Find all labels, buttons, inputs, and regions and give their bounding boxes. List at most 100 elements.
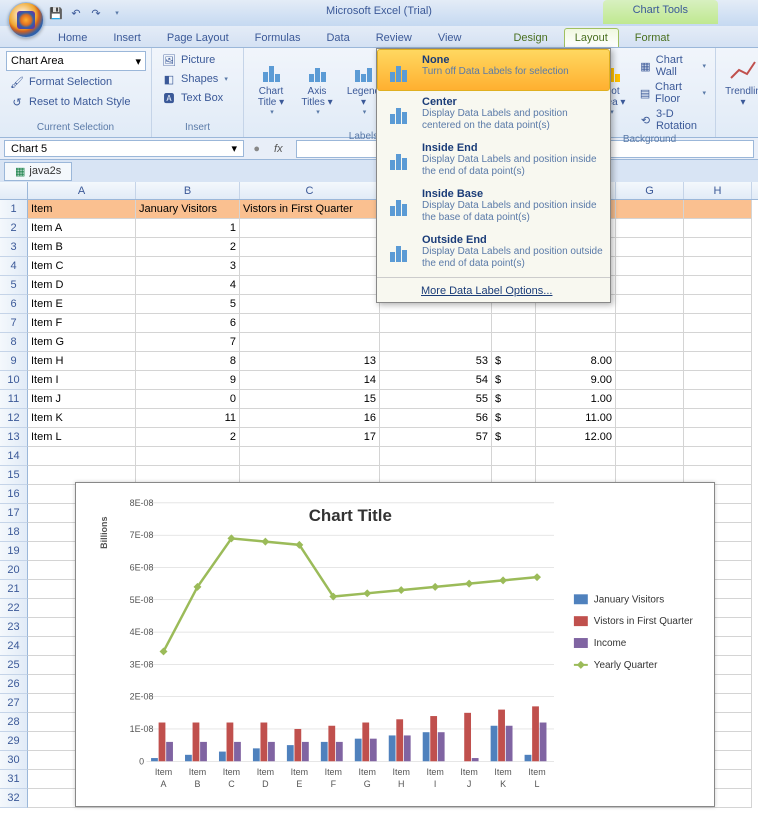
row-header[interactable]: 9 (0, 352, 28, 371)
cell[interactable]: Item F (28, 314, 136, 333)
cell[interactable]: 3 (136, 257, 240, 276)
cell[interactable] (492, 447, 536, 466)
undo-icon[interactable]: ↶ (68, 5, 84, 21)
workbook-tab[interactable]: ▦ java2s (4, 162, 72, 181)
textbox-button[interactable]: 🅰Text Box (158, 89, 231, 107)
cell[interactable]: $ (492, 352, 536, 371)
cell[interactable]: January Visitors (136, 200, 240, 219)
row-header[interactable]: 8 (0, 333, 28, 352)
cell[interactable]: $ (492, 371, 536, 390)
tab-page-layout[interactable]: Page Layout (157, 29, 239, 47)
row-header[interactable]: 18 (0, 523, 28, 542)
row-header[interactable]: 30 (0, 751, 28, 770)
row-header[interactable]: 3 (0, 238, 28, 257)
cell[interactable] (684, 276, 752, 295)
cell[interactable]: 55 (380, 390, 492, 409)
cell[interactable] (684, 219, 752, 238)
cell[interactable]: Item C (28, 257, 136, 276)
cell[interactable]: 9 (136, 371, 240, 390)
cell[interactable] (136, 447, 240, 466)
row-header[interactable]: 1 (0, 200, 28, 219)
cell[interactable] (616, 409, 684, 428)
cell[interactable]: 13 (240, 352, 380, 371)
row-header[interactable]: 17 (0, 504, 28, 523)
row-header[interactable]: 10 (0, 371, 28, 390)
reset-style-button[interactable]: ↺ Reset to Match Style (6, 93, 134, 111)
cell[interactable]: 5 (136, 295, 240, 314)
cell[interactable] (684, 314, 752, 333)
row-header[interactable]: 27 (0, 694, 28, 713)
cell[interactable]: 56 (380, 409, 492, 428)
cell[interactable]: 8.00 (536, 352, 616, 371)
cell[interactable] (616, 447, 684, 466)
cell[interactable]: 14 (240, 371, 380, 390)
axis-titles-button[interactable]: AxisTitles ▾ (296, 51, 338, 119)
cell[interactable] (240, 295, 380, 314)
row-header[interactable]: 15 (0, 466, 28, 485)
cell[interactable]: $ (492, 428, 536, 447)
row-header[interactable]: 29 (0, 732, 28, 751)
row-header[interactable]: 26 (0, 675, 28, 694)
cell[interactable] (616, 295, 684, 314)
cell[interactable]: 4 (136, 276, 240, 295)
cell[interactable] (240, 238, 380, 257)
col-header[interactable]: H (684, 182, 752, 199)
tab-insert[interactable]: Insert (103, 29, 151, 47)
cell[interactable]: 11 (136, 409, 240, 428)
cell[interactable]: 2 (136, 428, 240, 447)
qat-customize-icon[interactable] (108, 5, 124, 21)
cell[interactable]: 12.00 (536, 428, 616, 447)
row-header[interactable]: 11 (0, 390, 28, 409)
cell[interactable]: 17 (240, 428, 380, 447)
cell[interactable] (616, 276, 684, 295)
dropdown-item-outside-end[interactable]: Outside EndDisplay Data Labels and posit… (377, 229, 610, 275)
cell[interactable] (616, 314, 684, 333)
cell[interactable]: Item K (28, 409, 136, 428)
embedded-chart[interactable]: 01E-082E-083E-084E-085E-086E-087E-088E-0… (75, 482, 715, 807)
cell[interactable] (684, 200, 752, 219)
chart-element-dropdown[interactable]: Chart Area ▾ (6, 51, 146, 71)
cell[interactable] (240, 314, 380, 333)
cell[interactable]: Item G (28, 333, 136, 352)
cell[interactable] (684, 409, 752, 428)
picture-button[interactable]: 🖼Picture (158, 51, 231, 69)
cell[interactable] (684, 352, 752, 371)
dropdown-item-inside-end[interactable]: Inside EndDisplay Data Labels and positi… (377, 137, 610, 183)
select-all-corner[interactable] (0, 182, 28, 199)
cell[interactable] (380, 314, 492, 333)
more-data-label-options[interactable]: More Data Label Options... (377, 280, 610, 302)
cell[interactable] (240, 447, 380, 466)
cell[interactable] (240, 276, 380, 295)
cell[interactable] (684, 371, 752, 390)
row-header[interactable]: 16 (0, 485, 28, 504)
save-icon[interactable]: 💾 (48, 5, 64, 21)
cell[interactable]: 15 (240, 390, 380, 409)
cell[interactable]: 57 (380, 428, 492, 447)
cell[interactable] (536, 314, 616, 333)
chart-floor-button[interactable]: ▤Chart Floor (636, 80, 709, 106)
tab-data[interactable]: Data (316, 29, 359, 47)
cell[interactable]: 8 (136, 352, 240, 371)
cell[interactable]: Vistors in First Quarter (240, 200, 380, 219)
row-header[interactable]: 12 (0, 409, 28, 428)
cell[interactable] (616, 200, 684, 219)
row-header[interactable]: 6 (0, 295, 28, 314)
row-header[interactable]: 20 (0, 561, 28, 580)
cell[interactable]: 53 (380, 352, 492, 371)
col-header[interactable]: A (28, 182, 136, 199)
cell[interactable] (616, 257, 684, 276)
cell[interactable]: $ (492, 409, 536, 428)
tab-design[interactable]: Design (503, 29, 557, 47)
office-button[interactable] (8, 2, 44, 38)
shapes-button[interactable]: ◧Shapes (158, 70, 231, 88)
cell[interactable] (684, 238, 752, 257)
cell[interactable]: Item A (28, 219, 136, 238)
col-header[interactable]: B (136, 182, 240, 199)
cell[interactable]: Item D (28, 276, 136, 295)
cell[interactable] (240, 257, 380, 276)
cell[interactable]: 1.00 (536, 390, 616, 409)
cell[interactable] (616, 219, 684, 238)
fx-icon[interactable]: fx (266, 143, 291, 155)
trendline-button[interactable]: Trendlin ▾ (722, 51, 758, 111)
cell[interactable]: 9.00 (536, 371, 616, 390)
